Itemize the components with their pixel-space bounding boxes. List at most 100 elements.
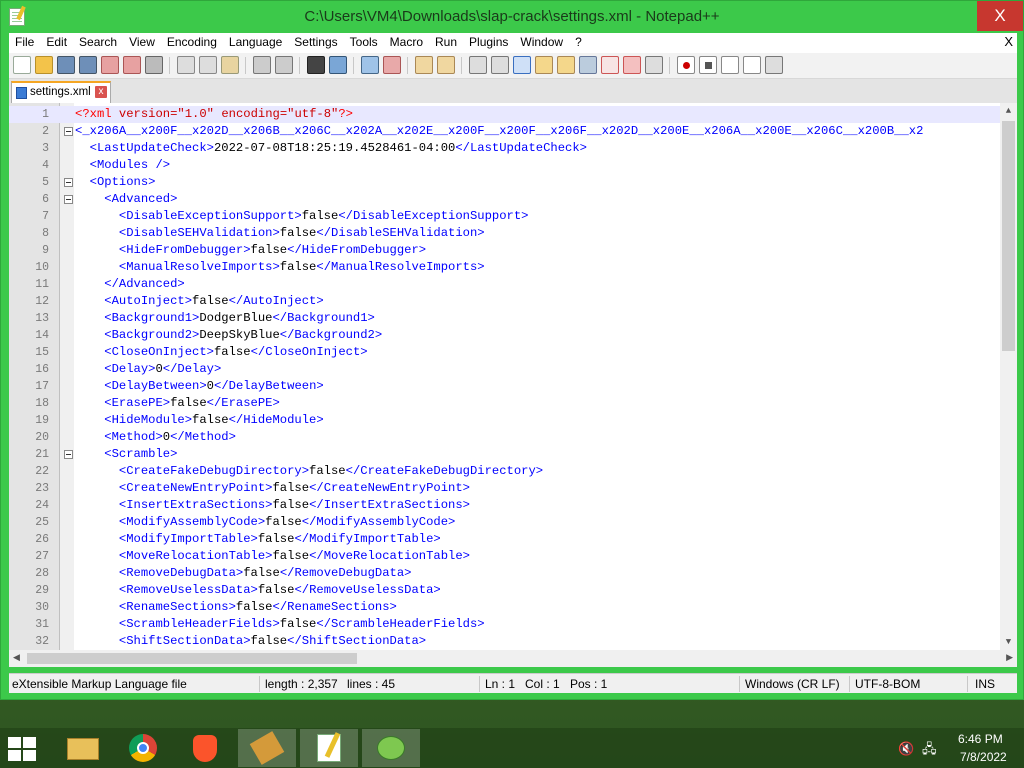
fold-toggle-icon[interactable] <box>64 127 73 136</box>
notepadpp-chameleon-icon[interactable] <box>362 729 420 767</box>
menu-settings[interactable]: Settings <box>288 33 343 51</box>
code-line[interactable]: 24 <InsertExtraSections>false</InsertExt… <box>9 497 1017 514</box>
code-line[interactable]: 25 <ModifyAssemblyCode>false</ModifyAsse… <box>9 514 1017 531</box>
cut-icon[interactable] <box>177 56 195 74</box>
fold-toggle-icon[interactable] <box>64 450 73 459</box>
chrome-icon[interactable] <box>114 729 172 767</box>
code-line[interactable]: 31 <ScrambleHeaderFields>false</Scramble… <box>9 616 1017 633</box>
save-all-icon[interactable] <box>79 56 97 74</box>
scroll-up-icon[interactable]: ▲ <box>1003 106 1014 116</box>
code-line[interactable]: 15 <CloseOnInject>false</CloseOnInject> <box>9 344 1017 361</box>
clock-time[interactable]: 6:46 PM <box>958 732 1003 746</box>
file-explorer-icon[interactable] <box>54 729 112 767</box>
code-line[interactable]: 9 <HideFromDebugger>false</HideFromDebug… <box>9 242 1017 259</box>
menu-plugins[interactable]: Plugins <box>463 33 514 51</box>
function-list-icon[interactable] <box>601 56 619 74</box>
close-window-button[interactable]: X <box>977 1 1023 31</box>
code-line[interactable]: 21 <Scramble> <box>9 446 1017 463</box>
code-line[interactable]: 12 <AutoInject>false</AutoInject> <box>9 293 1017 310</box>
sync-horizontal-icon[interactable] <box>437 56 455 74</box>
save-macro-icon[interactable] <box>765 56 783 74</box>
redo-icon[interactable] <box>275 56 293 74</box>
sync-vertical-icon[interactable] <box>415 56 433 74</box>
undo-icon[interactable] <box>253 56 271 74</box>
paste-icon[interactable] <box>221 56 239 74</box>
code-line[interactable]: 27 <MoveRelocationTable>false</MoveReloc… <box>9 548 1017 565</box>
horizontal-scroll-thumb[interactable] <box>27 653 357 664</box>
play-macro-icon[interactable] <box>721 56 739 74</box>
save-icon[interactable] <box>57 56 75 74</box>
notepadpp-taskbar-icon[interactable] <box>300 729 358 767</box>
indent-guide-icon[interactable] <box>513 56 531 74</box>
open-file-icon[interactable] <box>35 56 53 74</box>
code-line[interactable]: 20 <Method>0</Method> <box>9 429 1017 446</box>
code-line[interactable]: 23 <CreateNewEntryPoint>false</CreateNew… <box>9 480 1017 497</box>
title-bar[interactable]: C:\Users\VM4\Downloads\slap-crack\settin… <box>1 1 1023 33</box>
vertical-scrollbar[interactable]: ▲ ▼ <box>1000 103 1017 650</box>
word-wrap-icon[interactable] <box>469 56 487 74</box>
code-line[interactable]: 17 <DelayBetween>0</DelayBetween> <box>9 378 1017 395</box>
record-macro-icon[interactable] <box>677 56 695 74</box>
menu-file[interactable]: File <box>9 33 40 51</box>
code-line[interactable]: 16 <Delay>0</Delay> <box>9 361 1017 378</box>
code-line[interactable]: 28 <RemoveDebugData>false</RemoveDebugDa… <box>9 565 1017 582</box>
show-all-characters-icon[interactable] <box>491 56 509 74</box>
code-line[interactable]: 1 <?xml version="1.0" encoding="utf-8"?> <box>9 106 1017 123</box>
code-line[interactable]: 4 <Modules /> <box>9 157 1017 174</box>
code-line[interactable]: 13 <Background1>DodgerBlue</Background1> <box>9 310 1017 327</box>
code-line[interactable]: 22 <CreateFakeDebugDirectory>false</Crea… <box>9 463 1017 480</box>
run-macro-multiple-icon[interactable] <box>743 56 761 74</box>
menu-help[interactable]: ? <box>569 33 588 51</box>
tab-settings-xml[interactable]: settings.xml x <box>11 81 111 103</box>
copy-icon[interactable] <box>199 56 217 74</box>
code-line[interactable]: 7 <DisableExceptionSupport>false</Disabl… <box>9 208 1017 225</box>
volume-muted-icon[interactable]: 🔇 <box>898 741 914 757</box>
code-line[interactable]: 32 <ShiftSectionData>false</ShiftSection… <box>9 633 1017 650</box>
close-file-icon[interactable] <box>101 56 119 74</box>
menu-language[interactable]: Language <box>223 33 288 51</box>
doc-list-icon[interactable] <box>579 56 597 74</box>
find-icon[interactable] <box>307 56 325 74</box>
scroll-right-icon[interactable]: ▶ <box>1006 652 1013 663</box>
code-line[interactable]: 19 <HideModule>false</HideModule> <box>9 412 1017 429</box>
code-line[interactable]: 8 <DisableSEHValidation>false</DisableSE… <box>9 225 1017 242</box>
menu-view[interactable]: View <box>123 33 161 51</box>
menu-tools[interactable]: Tools <box>344 33 384 51</box>
injector-app-icon[interactable] <box>238 729 296 767</box>
start-button[interactable] <box>8 737 38 761</box>
code-line[interactable]: 26 <ModifyImportTable>false</ModifyImpor… <box>9 531 1017 548</box>
code-line[interactable]: 30 <RenameSections>false</RenameSections… <box>9 599 1017 616</box>
replace-icon[interactable] <box>329 56 347 74</box>
clock-date[interactable]: 7/8/2022 <box>960 750 1007 764</box>
code-line[interactable]: 29 <RemoveUselessData>false</RemoveUsele… <box>9 582 1017 599</box>
code-line[interactable]: 18 <ErasePE>false</ErasePE> <box>9 395 1017 412</box>
monitoring-icon[interactable] <box>645 56 663 74</box>
menu-macro[interactable]: Macro <box>384 33 429 51</box>
code-line[interactable]: 14 <Background2>DeepSkyBlue</Background2… <box>9 327 1017 344</box>
close-document-button[interactable]: X <box>1004 34 1013 50</box>
scroll-down-icon[interactable]: ▼ <box>1003 637 1014 647</box>
code-line[interactable]: 6 <Advanced> <box>9 191 1017 208</box>
code-editor[interactable]: 1 <?xml version="1.0" encoding="utf-8"?> 2… <box>9 103 1017 650</box>
zoom-out-icon[interactable] <box>383 56 401 74</box>
folder-as-workspace-icon[interactable] <box>623 56 641 74</box>
code-line[interactable]: 2 <_x206A__x200F__x202D__x206B__x206C__x2… <box>9 123 1017 140</box>
vertical-scroll-thumb[interactable] <box>1002 121 1015 351</box>
tab-close-icon[interactable]: x <box>95 86 107 98</box>
menu-edit[interactable]: Edit <box>40 33 73 51</box>
code-line[interactable]: 5 <Options> <box>9 174 1017 191</box>
print-icon[interactable] <box>145 56 163 74</box>
menu-run[interactable]: Run <box>429 33 463 51</box>
code-line[interactable]: 11 </Advanced> <box>9 276 1017 293</box>
stop-macro-icon[interactable] <box>699 56 717 74</box>
zoom-in-icon[interactable] <box>361 56 379 74</box>
menu-search[interactable]: Search <box>73 33 123 51</box>
code-line[interactable]: 10 <ManualResolveImports>false</ManualRe… <box>9 259 1017 276</box>
new-file-icon[interactable] <box>13 56 31 74</box>
fold-toggle-icon[interactable] <box>64 178 73 187</box>
scroll-left-icon[interactable]: ◀ <box>13 652 20 663</box>
menu-window[interactable]: Window <box>514 33 569 51</box>
brave-browser-icon[interactable] <box>176 729 234 767</box>
fold-toggle-icon[interactable] <box>64 195 73 204</box>
close-all-icon[interactable] <box>123 56 141 74</box>
